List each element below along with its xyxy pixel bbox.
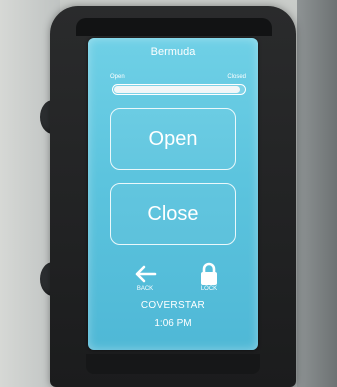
lock-icon xyxy=(201,262,217,285)
clock-time: 1:06 PM xyxy=(154,318,192,329)
scale-closed-label: Closed xyxy=(227,74,246,80)
controller-bezel xyxy=(76,18,272,36)
back-label: BACK xyxy=(136,286,154,292)
open-button[interactable]: Open xyxy=(110,108,236,170)
back-arrow-icon xyxy=(135,265,157,283)
background-shadow xyxy=(297,0,337,387)
position-scale: Open Closed xyxy=(110,74,246,84)
lock-button[interactable] xyxy=(194,260,224,288)
back-button[interactable] xyxy=(130,260,160,288)
controller-bottom-bezel xyxy=(86,354,260,374)
scale-open-label: Open xyxy=(110,74,125,80)
cover-position-bar xyxy=(112,84,246,95)
cover-position-fill xyxy=(114,86,241,93)
close-button[interactable]: Close xyxy=(110,183,236,245)
touch-screen: Bermuda Open Closed Open Close BACK LOCK… xyxy=(88,38,258,350)
lock-label: LOCK xyxy=(200,286,218,292)
brand-label: COVERSTAR xyxy=(140,300,206,311)
screen-title: Bermuda xyxy=(150,46,196,58)
